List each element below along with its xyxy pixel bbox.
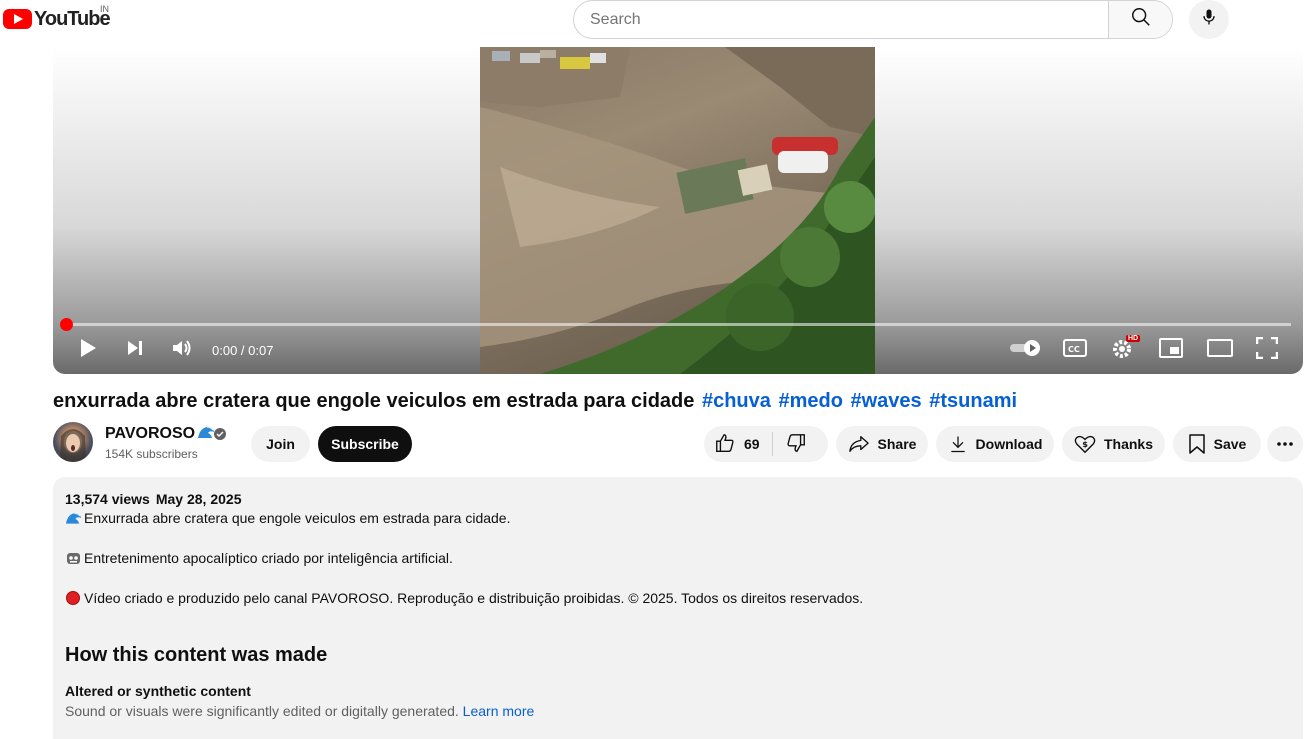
like-count: 69 [744,436,760,452]
save-label: Save [1213,436,1247,452]
dislike-button[interactable] [785,432,807,457]
theater-mode-button[interactable] [1205,337,1235,363]
like-icon [714,432,736,457]
search-input[interactable] [574,1,1108,38]
description-text: Vídeo criado e produzido pelo canal PAVO… [84,590,864,606]
join-label: Join [266,436,295,452]
channel-name-text: PAVOROSO [105,425,196,442]
hd-badge: HD [1126,335,1141,342]
play-icon [78,337,98,364]
red-circle-icon [65,591,82,605]
save-icon [1188,433,1206,455]
view-count: 13,574 views [65,491,150,507]
upload-date: May 28, 2025 [155,491,242,507]
download-button[interactable]: Download [936,426,1054,462]
verified-icon [214,428,226,440]
fullscreen-icon [1255,336,1279,364]
altered-content-title: Altered or synthetic content [65,683,251,699]
svg-text:$: $ [1082,439,1088,449]
like-button[interactable]: 69 [714,432,760,457]
search-icon [1130,6,1152,33]
wave-icon [197,425,215,439]
video-meta: 13,574 views May 28, 2025 [65,491,241,507]
channel-avatar[interactable] [53,422,93,462]
autoplay-toggle[interactable] [1009,337,1043,363]
description-line: Enxurrada abre cratera que engole veicul… [65,510,510,526]
svg-text:CC: CC [1068,345,1080,354]
like-dislike-group: 69 [704,426,828,462]
masthead: YouTube IN [0,0,1310,46]
time-display: 0:00 / 0:07 [212,343,274,358]
save-button[interactable]: Save [1173,426,1261,462]
captions-button[interactable]: CC [1062,337,1088,363]
volume-button[interactable] [169,337,195,363]
altered-content-desc: Sound or visuals were significantly edit… [65,703,534,719]
join-button[interactable]: Join [251,426,310,462]
hashtag-link[interactable]: #waves [851,390,922,412]
dislike-icon [785,432,807,457]
hashtag-link[interactable]: #medo [778,390,842,412]
video-title: enxurrada abre cratera que engole veicul… [53,388,1293,414]
video-title-text: enxurrada abre cratera que engole veicul… [53,390,695,412]
play-button[interactable] [75,337,101,363]
autoplay-toggle-icon [1009,339,1043,362]
video-player[interactable]: 0:00 / 0:07 CC HD [53,47,1303,374]
logo-text: YouTube [34,7,111,30]
volume-icon [171,338,193,363]
theater-icon [1207,338,1233,362]
voice-search-button[interactable] [1189,0,1229,39]
wave-icon [65,511,82,525]
download-label: Download [975,436,1043,452]
search-box [573,0,1173,39]
robot-face-icon [65,551,82,565]
progress-bar[interactable] [65,323,1291,326]
fullscreen-button[interactable] [1254,336,1280,364]
learn-more-link[interactable]: Learn more [463,703,535,719]
more-icon [1276,441,1294,447]
description-line: Entretenimento apocalíptico criado por i… [65,550,453,566]
description-text: Entretenimento apocalíptico criado por i… [84,550,453,566]
thanks-button[interactable]: $ Thanks [1062,426,1165,462]
mic-icon [1199,7,1219,32]
subscribe-label: Subscribe [331,436,399,452]
settings-button[interactable]: HD [1110,335,1141,363]
more-actions-button[interactable] [1267,426,1303,462]
hashtag-link[interactable]: #chuva [702,390,771,412]
download-icon [948,434,968,454]
description-line: Vídeo criado e produzido pelo canal PAVO… [65,590,863,606]
hashtag-link[interactable]: #tsunami [929,390,1017,412]
altered-desc-text: Sound or visuals were significantly edit… [65,703,459,719]
thanks-icon: $ [1074,433,1096,455]
captions-icon: CC [1063,338,1087,362]
thanks-label: Thanks [1103,436,1153,452]
description-text: Enxurrada abre cratera que engole veicul… [84,510,511,526]
how-made-heading: How this content was made [65,644,328,666]
miniplayer-button[interactable] [1158,337,1184,363]
country-code: IN [100,4,109,14]
subscriber-count: 154K subscribers [105,447,198,461]
player-controls: 0:00 / 0:07 CC HD [53,334,1303,364]
avatar-image [60,429,86,462]
channel-name[interactable]: PAVOROSO [105,425,215,443]
share-icon [848,434,870,454]
like-divider [771,432,773,456]
description-box[interactable]: 13,574 views May 28, 2025 Enxurrada abre … [53,477,1303,739]
youtube-play-logo-icon [3,9,32,29]
search-button[interactable] [1108,1,1172,38]
youtube-logo[interactable]: YouTube [3,7,111,30]
subscribe-button[interactable]: Subscribe [318,426,412,462]
miniplayer-icon [1159,337,1183,363]
next-icon [125,338,145,363]
progress-scrubber[interactable] [60,318,73,331]
share-label: Share [877,436,917,452]
share-button[interactable]: Share [836,426,928,462]
next-button[interactable] [122,337,148,363]
